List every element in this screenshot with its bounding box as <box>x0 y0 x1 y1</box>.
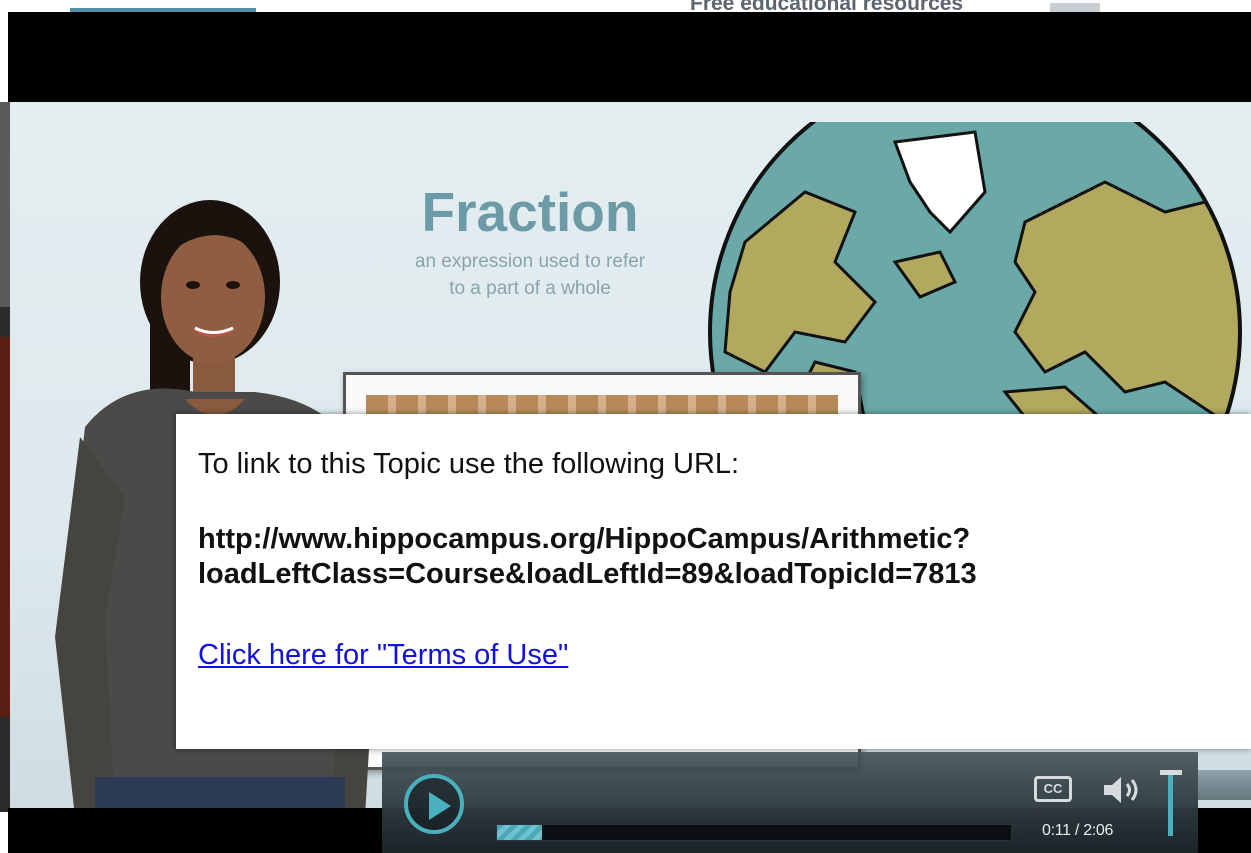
video-control-bar: CC 0:11 / 2:06 <box>382 752 1251 853</box>
player-top-bar <box>8 12 1251 102</box>
volume-slider[interactable] <box>1160 770 1182 840</box>
closed-captions-button[interactable]: CC <box>1034 776 1072 802</box>
share-url-popup: To link to this Topic use the following … <box>176 414 1251 749</box>
volume-level <box>1168 775 1173 836</box>
terms-of-use-link[interactable]: Click here for "Terms of Use" <box>198 639 568 672</box>
share-url-line-1[interactable]: http://www.hippocampus.org/HippoCampus/A… <box>198 522 1228 557</box>
left-background-edge <box>0 102 10 812</box>
slide-title: Fraction <box>421 181 639 243</box>
share-url-line-2[interactable]: loadLeftClass=Course&loadLeftId=89&loadT… <box>198 557 1228 592</box>
slide-subtitle-line-2: to a part of a whole <box>449 278 611 299</box>
play-button[interactable] <box>404 774 464 834</box>
progress-fill <box>497 825 542 840</box>
progress-bar[interactable] <box>496 824 1012 841</box>
share-instructions: To link to this Topic use the following … <box>198 448 740 480</box>
page-header-strip: Free educational resources <box>0 0 1251 14</box>
volume-icon[interactable] <box>1102 774 1142 806</box>
time-display: 0:11 / 2:06 <box>1042 822 1114 839</box>
slide-subtitle-line-1: an expression used to refer <box>414 251 646 272</box>
header-chip <box>1050 3 1100 12</box>
share-url[interactable]: http://www.hippocampus.org/HippoCampus/A… <box>198 522 1228 592</box>
slide-subtitle: an expression used to refer to a part of… <box>365 248 695 302</box>
play-icon <box>429 792 451 820</box>
